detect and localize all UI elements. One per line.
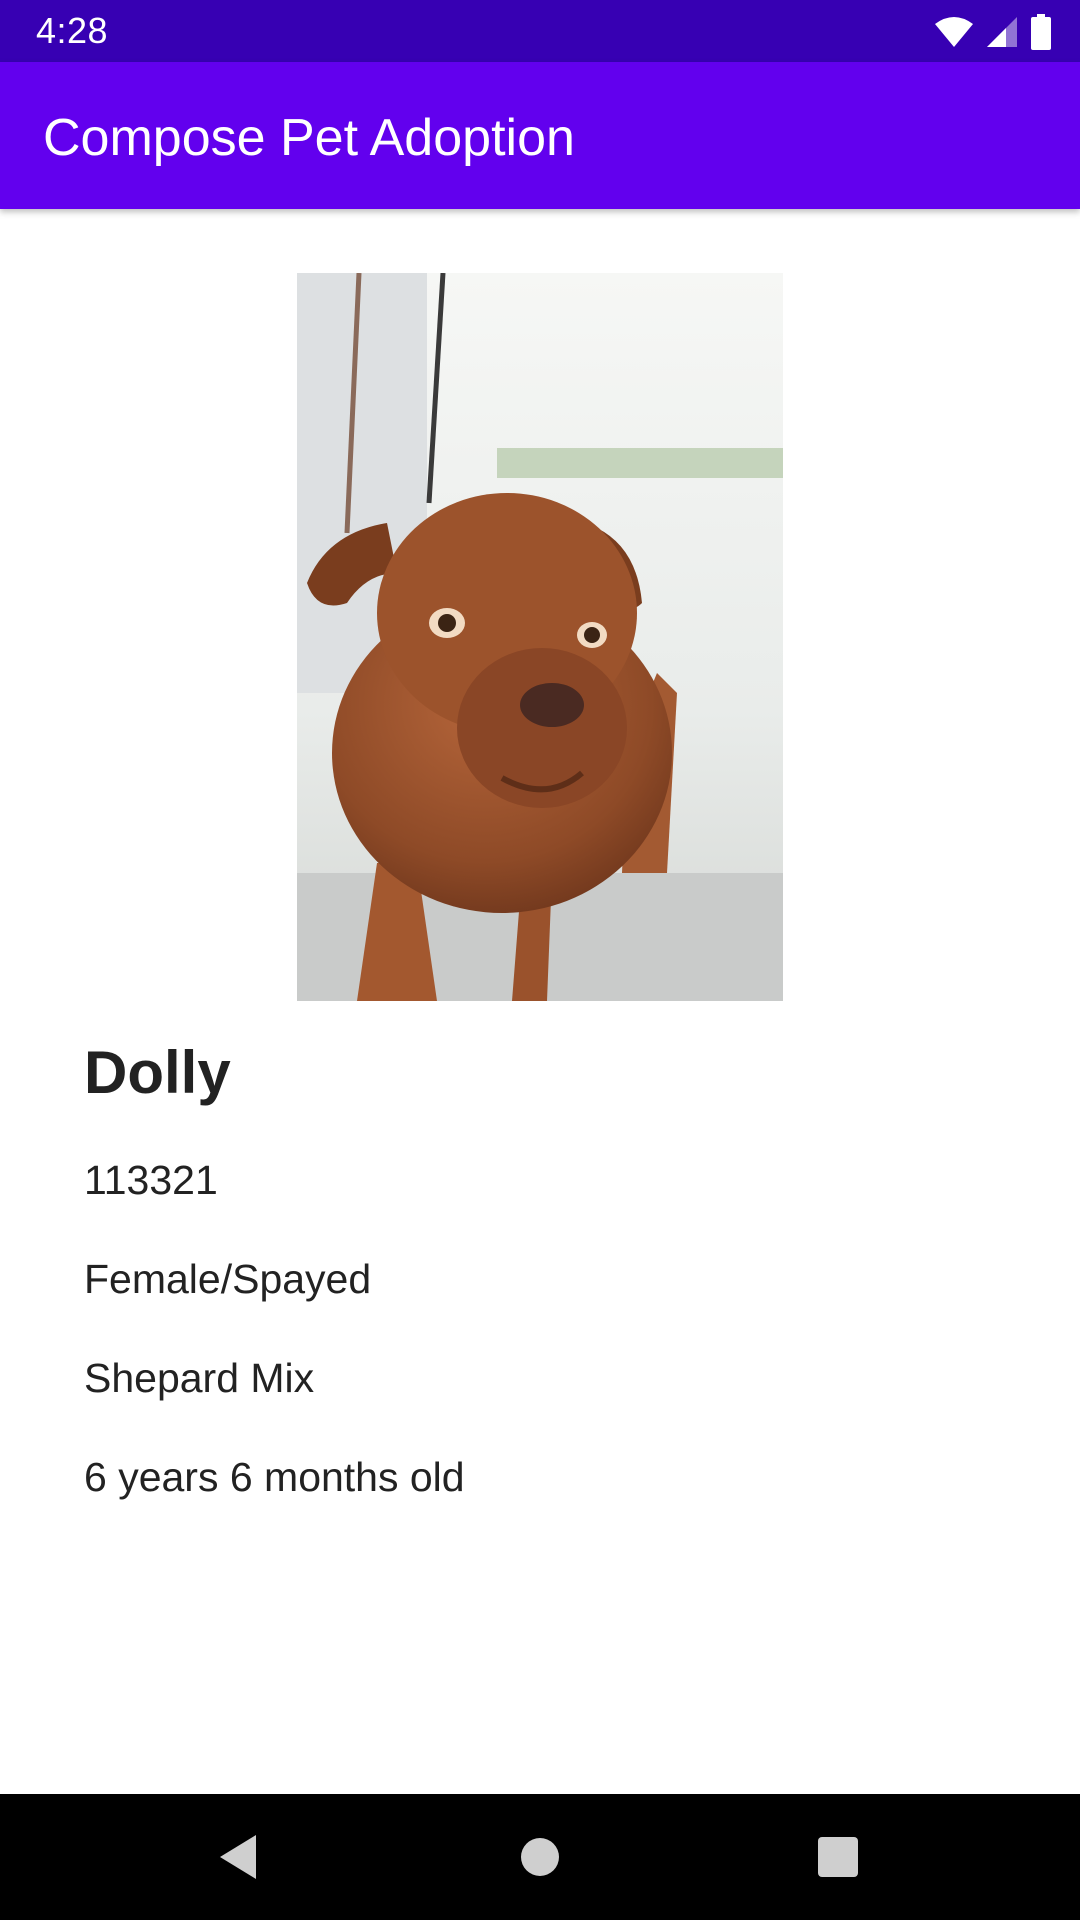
status-time: 4:28 xyxy=(36,10,109,51)
dog-photo xyxy=(297,273,783,1001)
pet-id: 113321 xyxy=(84,1157,218,1203)
pet-breed: Shepard Mix xyxy=(84,1355,315,1401)
recents-button[interactable] xyxy=(805,1824,871,1890)
status-bar: 4:28 xyxy=(0,0,1080,62)
app-title: Compose Pet Adoption xyxy=(43,109,575,167)
home-icon xyxy=(521,1838,559,1876)
wifi-icon xyxy=(935,17,973,47)
back-button[interactable] xyxy=(205,1824,271,1890)
battery-icon xyxy=(1031,14,1051,50)
navigation-bar xyxy=(0,1794,1080,1920)
app-bar: Compose Pet Adoption xyxy=(0,62,1080,209)
pet-name: Dolly xyxy=(84,1039,231,1106)
pet-sex: Female/Spayed xyxy=(84,1256,372,1302)
pet-age: 6 years 6 months old xyxy=(84,1454,465,1500)
recents-icon xyxy=(818,1837,858,1877)
home-button[interactable] xyxy=(507,1824,573,1890)
back-icon xyxy=(220,1835,256,1879)
status-icons xyxy=(934,12,1052,52)
cellular-signal-icon xyxy=(987,17,1017,47)
